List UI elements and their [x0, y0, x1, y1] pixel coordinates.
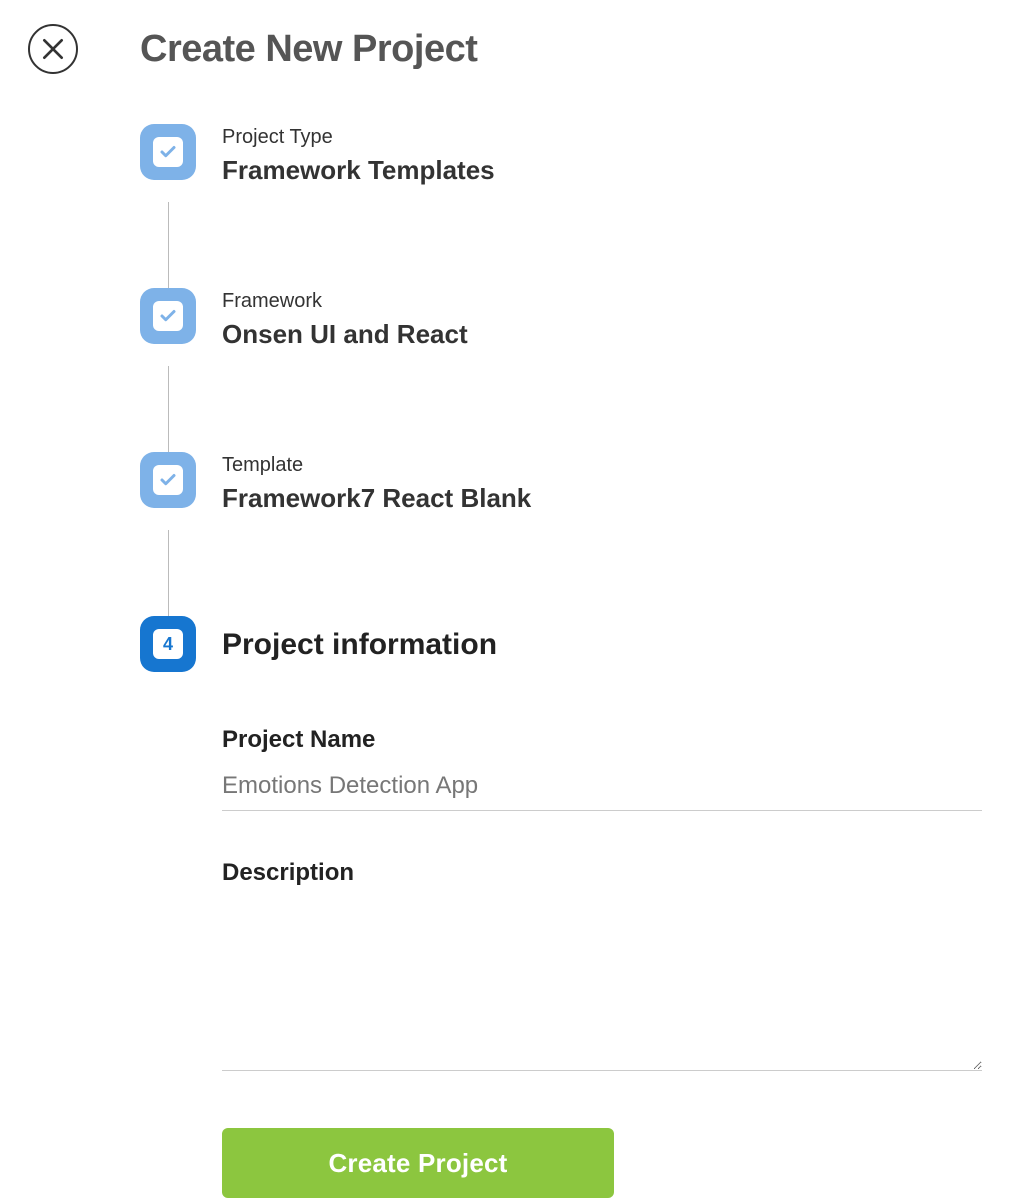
- step-value: Framework Templates: [222, 155, 495, 186]
- step-value: Framework7 React Blank: [222, 483, 531, 514]
- step-connector: [168, 202, 169, 288]
- close-button[interactable]: [28, 24, 78, 74]
- project-info-form: Project Name Description Create Project: [222, 726, 984, 1198]
- project-name-label: Project Name: [222, 726, 984, 754]
- active-step-title: Project information: [222, 628, 497, 662]
- step-connector: [168, 530, 169, 616]
- check-icon: [159, 143, 177, 161]
- check-icon: [159, 307, 177, 325]
- description-textarea[interactable]: [222, 901, 982, 1071]
- project-name-input[interactable]: [222, 768, 982, 811]
- step-project-information: 4 Project information: [140, 616, 984, 672]
- step-framework[interactable]: Framework Onsen UI and React: [140, 288, 984, 350]
- step-connector: [168, 366, 169, 452]
- close-icon: [40, 36, 66, 62]
- step-label: Template: [222, 454, 531, 477]
- page-title: Create New Project: [140, 28, 477, 71]
- step-template[interactable]: Template Framework7 React Blank: [140, 452, 984, 514]
- step-label: Project Type: [222, 126, 495, 149]
- step-badge-active: 4: [140, 616, 196, 672]
- step-value: Onsen UI and React: [222, 319, 468, 350]
- description-label: Description: [222, 859, 984, 887]
- step-project-type[interactable]: Project Type Framework Templates: [140, 124, 984, 186]
- steps-container: Project Type Framework Templates Framewo…: [140, 124, 984, 1198]
- step-badge-done: [140, 124, 196, 180]
- create-project-button[interactable]: Create Project: [222, 1128, 614, 1198]
- step-label: Framework: [222, 290, 468, 313]
- step-number: 4: [163, 634, 173, 655]
- step-badge-done: [140, 452, 196, 508]
- step-badge-done: [140, 288, 196, 344]
- check-icon: [159, 471, 177, 489]
